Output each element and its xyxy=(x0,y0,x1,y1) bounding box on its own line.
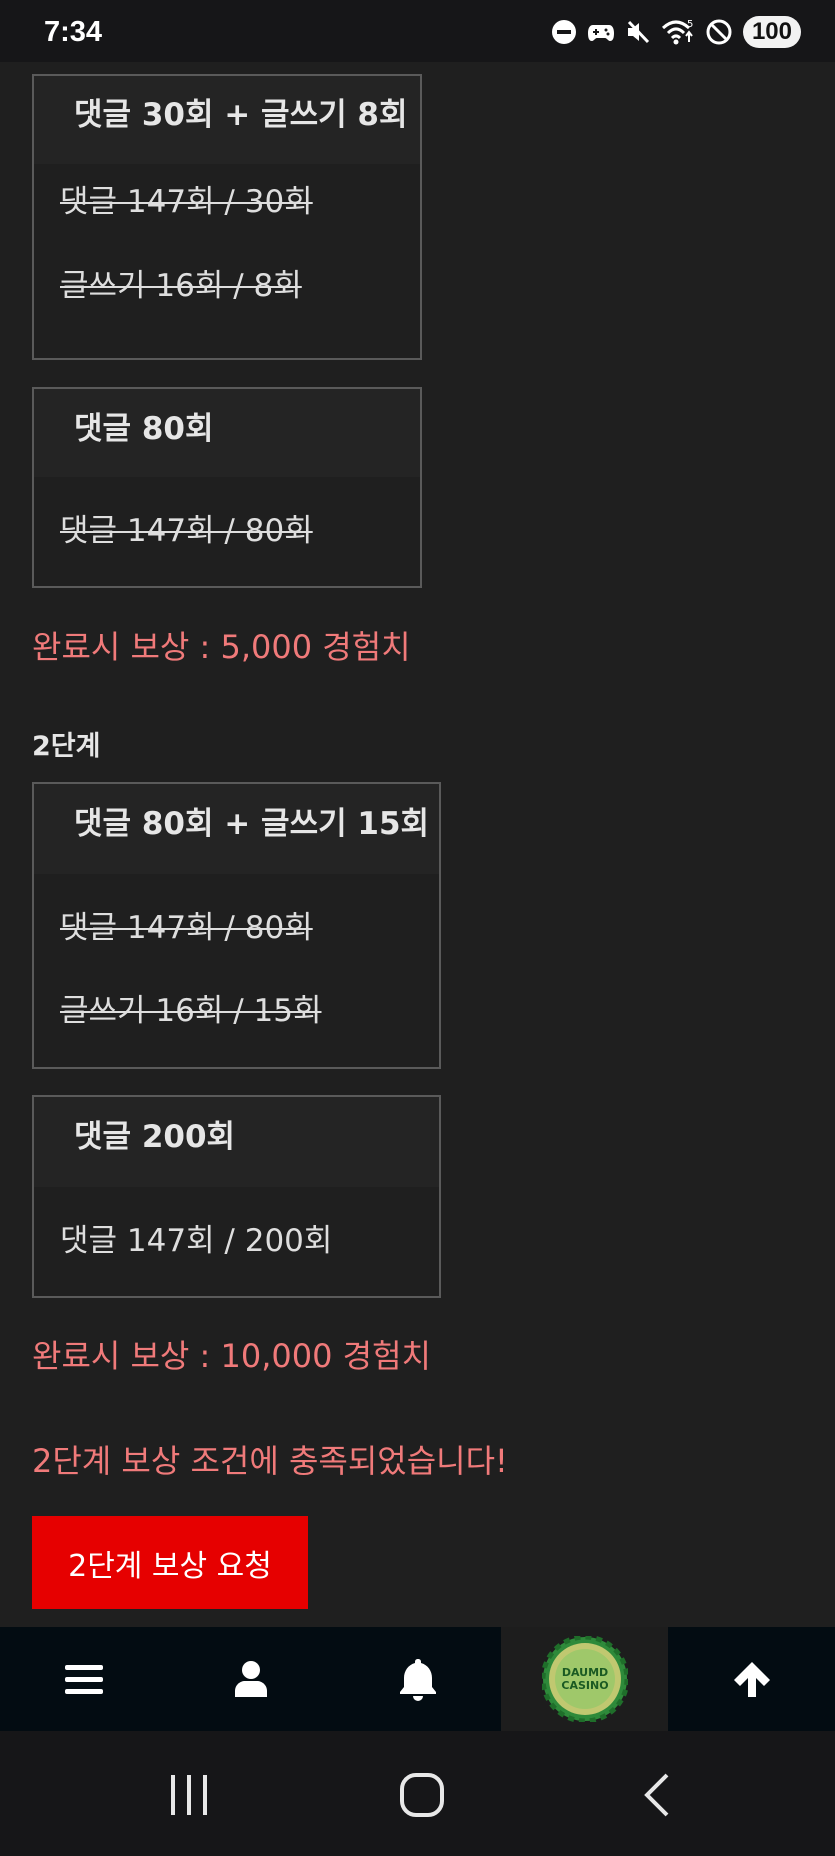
stage2-complete-notice: 2단계 보상 조건에 충족되었습니다! xyxy=(32,1442,508,1480)
home-icon xyxy=(400,1773,444,1817)
mission-progress-posts: 글쓰기 16회 / 15회 xyxy=(60,993,322,1029)
menu-icon xyxy=(64,1665,103,1694)
mission-progress-comments: 댓글 147회 / 30회 xyxy=(60,184,313,220)
home-button[interactable] xyxy=(372,1767,472,1823)
casino-logo-text-top: DAUMD xyxy=(561,1666,607,1679)
mission-card-stage1-1: 댓글 30회 + 글쓰기 8회 댓글 147회 / 30회 글쓰기 16회 / … xyxy=(32,74,422,360)
mission-card-title: 댓글 80회 xyxy=(34,389,420,477)
mission-progress-comments: 댓글 147회 / 200회 xyxy=(60,1223,333,1259)
wifi-icon: 5 xyxy=(661,19,693,45)
blocked-icon xyxy=(706,19,732,45)
back-button[interactable] xyxy=(606,1767,706,1823)
mission-card-stage1-2: 댓글 80회 댓글 147회 / 80회 xyxy=(32,387,422,588)
gamepad-icon xyxy=(587,25,614,41)
stage2-label: 2단계 xyxy=(32,731,101,762)
mission-progress-posts: 글쓰기 16회 / 8회 xyxy=(60,268,302,304)
mission-content: 댓글 30회 + 글쓰기 8회 댓글 147회 / 30회 글쓰기 16회 / … xyxy=(0,62,835,1627)
arrow-up-icon xyxy=(733,1662,770,1697)
casino-logo: DAUMD CASINO xyxy=(541,1636,628,1722)
home-logo-button[interactable]: DAUMD CASINO xyxy=(501,1627,668,1731)
mission-card-stage2-2: 댓글 200회 댓글 147회 / 200회 xyxy=(32,1095,441,1298)
mission-card-title: 댓글 30회 + 글쓰기 8회 xyxy=(34,76,420,164)
status-bar: 7:34 5 100 xyxy=(0,0,835,62)
user-icon xyxy=(234,1661,267,1697)
bell-icon xyxy=(399,1659,436,1701)
mute-icon xyxy=(627,20,650,44)
mission-card-title: 댓글 80회 + 글쓰기 15회 xyxy=(34,784,439,874)
do-not-disturb-icon xyxy=(551,20,576,44)
bottom-nav: DAUMD CASINO xyxy=(0,1627,835,1731)
mission-progress-comments: 댓글 147회 / 80회 xyxy=(60,910,313,946)
recent-apps-icon xyxy=(171,1775,207,1815)
android-nav-bar xyxy=(0,1731,835,1856)
mission-progress-comments: 댓글 147회 / 80회 xyxy=(60,513,313,549)
stage1-reward: 완료시 보상 : 5,000 경험치 xyxy=(32,628,411,666)
stage2-reward-request-button[interactable]: 2단계 보상 요청 xyxy=(32,1516,308,1609)
back-icon xyxy=(644,1773,669,1817)
stage2-reward: 완료시 보상 : 10,000 경험치 xyxy=(32,1337,431,1375)
svg-text:5: 5 xyxy=(687,19,693,30)
recent-apps-button[interactable] xyxy=(139,1767,239,1823)
battery-icon: 100 xyxy=(742,16,801,48)
notifications-button[interactable] xyxy=(334,1627,501,1731)
mission-card-title: 댓글 200회 xyxy=(34,1097,439,1187)
casino-logo-text-bottom: CASINO xyxy=(561,1679,608,1692)
mission-card-stage2-1: 댓글 80회 + 글쓰기 15회 댓글 147회 / 80회 글쓰기 16회 /… xyxy=(32,782,441,1069)
scroll-top-button[interactable] xyxy=(668,1627,835,1731)
menu-button[interactable] xyxy=(0,1627,167,1731)
status-time: 7:34 xyxy=(44,16,103,48)
status-icons: 5 100 xyxy=(551,15,801,49)
profile-button[interactable] xyxy=(167,1627,334,1731)
